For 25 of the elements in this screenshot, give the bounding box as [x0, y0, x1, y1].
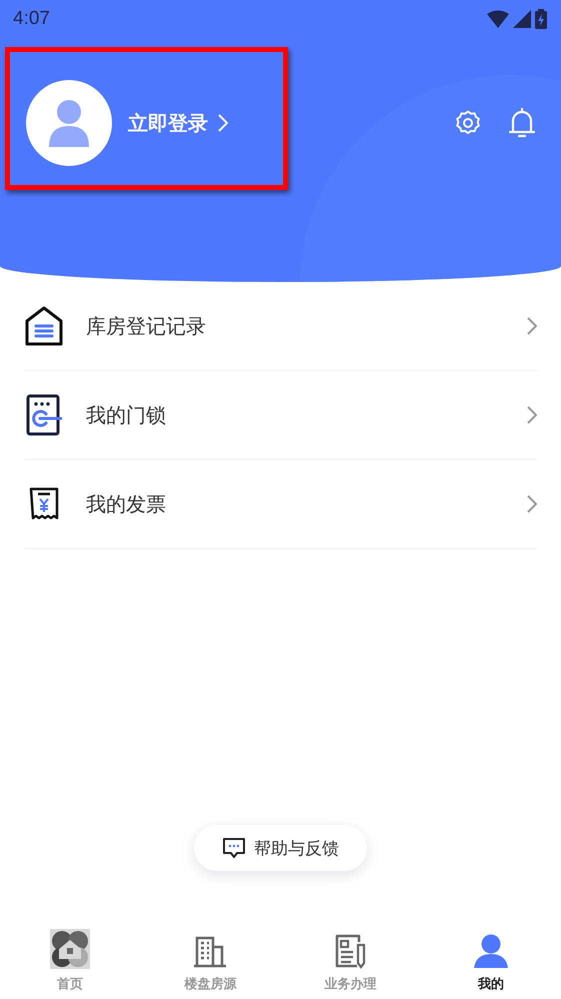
wifi-icon — [487, 10, 509, 28]
receipt-icon — [28, 487, 60, 521]
person-icon — [47, 99, 91, 147]
chevron-icon — [527, 406, 537, 424]
tab[interactable]: 我的 — [420, 929, 561, 999]
person-icon — [472, 933, 509, 969]
login-button[interactable]: 立即登录 — [128, 110, 228, 136]
help-button[interactable]: 帮助与反馈 — [194, 825, 367, 871]
document-pen-icon — [334, 933, 368, 969]
menu-item[interactable]: 我的发票 — [24, 460, 537, 549]
chat-icon — [222, 837, 246, 859]
status-time: 4:07 — [13, 8, 50, 30]
settings-icon[interactable] — [455, 110, 481, 136]
signal-icon — [513, 10, 531, 28]
bell-icon[interactable] — [509, 108, 535, 138]
menu-item[interactable]: 库房登记记录 — [24, 282, 537, 371]
building-icon — [193, 935, 228, 969]
chevron-icon — [527, 317, 537, 335]
battery-icon — [535, 9, 547, 29]
logo-icon — [50, 929, 90, 969]
chevron-icon — [218, 114, 228, 132]
house-list-icon — [24, 305, 64, 347]
door-lock-icon — [26, 394, 62, 436]
menu-item[interactable]: 我的门锁 — [24, 371, 537, 460]
chevron-icon — [527, 495, 537, 513]
